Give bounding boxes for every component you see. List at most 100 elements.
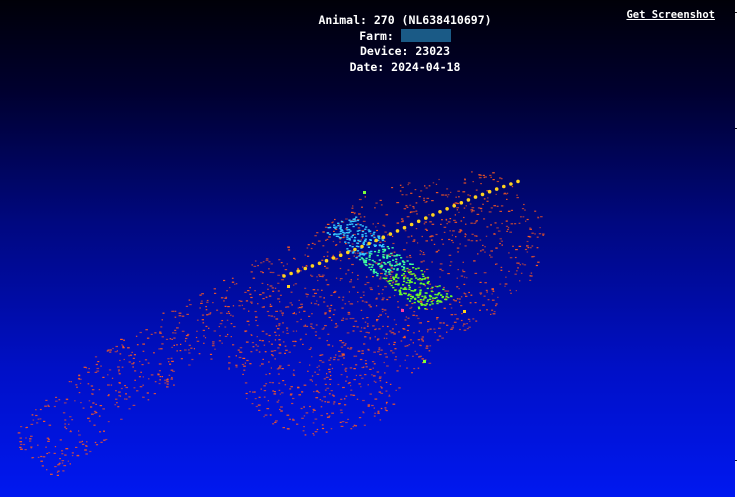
body-point bbox=[352, 286, 355, 288]
scan-band-point bbox=[388, 255, 392, 258]
body-point bbox=[30, 423, 34, 425]
get-screenshot-link[interactable]: Get Screenshot bbox=[626, 9, 715, 21]
body-point bbox=[64, 454, 67, 456]
body-point bbox=[333, 395, 335, 397]
body-point bbox=[376, 371, 380, 373]
body-point bbox=[62, 412, 66, 414]
body-point bbox=[337, 383, 340, 386]
body-point bbox=[466, 328, 469, 330]
body-point bbox=[523, 264, 527, 266]
body-point bbox=[424, 185, 426, 187]
body-point bbox=[369, 393, 372, 395]
body-point bbox=[378, 377, 382, 379]
body-point bbox=[305, 333, 307, 335]
body-point bbox=[393, 333, 396, 335]
body-point bbox=[340, 346, 344, 348]
body-point bbox=[204, 337, 207, 339]
body-point bbox=[119, 359, 121, 362]
body-point bbox=[29, 440, 32, 442]
scan-band-point bbox=[398, 290, 401, 292]
body-point bbox=[94, 412, 96, 414]
point-cloud-viewport[interactable]: Animal: 270 (NL638410697) Farm: Device: … bbox=[0, 0, 735, 497]
body-point bbox=[385, 275, 388, 277]
body-point bbox=[342, 296, 345, 298]
body-point bbox=[161, 336, 164, 338]
body-point bbox=[314, 235, 317, 237]
body-point bbox=[470, 240, 474, 242]
scan-band-point bbox=[408, 286, 411, 289]
body-point bbox=[244, 362, 246, 364]
body-point bbox=[188, 352, 191, 354]
body-point bbox=[450, 261, 453, 263]
scan-band-point bbox=[337, 224, 340, 227]
body-point bbox=[272, 290, 275, 292]
body-point bbox=[385, 313, 387, 315]
body-point bbox=[406, 329, 409, 332]
body-point bbox=[227, 306, 230, 308]
body-point bbox=[326, 251, 329, 253]
body-point bbox=[313, 409, 316, 411]
scan-band-point bbox=[365, 259, 368, 262]
body-point bbox=[450, 307, 453, 309]
body-point bbox=[495, 303, 498, 305]
scan-band-point bbox=[425, 292, 428, 294]
body-point bbox=[401, 186, 404, 188]
body-point bbox=[19, 437, 22, 439]
body-point bbox=[330, 304, 333, 306]
body-point bbox=[75, 446, 78, 448]
body-point bbox=[293, 284, 295, 286]
scan-band-point bbox=[376, 274, 379, 277]
body-point bbox=[375, 226, 377, 228]
body-point bbox=[282, 331, 285, 333]
scan-band-point bbox=[386, 255, 389, 257]
body-point bbox=[166, 378, 169, 380]
body-point bbox=[500, 266, 503, 268]
body-point bbox=[339, 421, 342, 423]
scan-band-point bbox=[339, 230, 342, 233]
body-point bbox=[326, 387, 330, 389]
body-point bbox=[472, 318, 475, 320]
body-point bbox=[168, 361, 170, 363]
body-point bbox=[198, 353, 201, 355]
body-point bbox=[386, 325, 389, 328]
body-point bbox=[324, 226, 328, 228]
body-point bbox=[395, 356, 397, 358]
scan-band-point bbox=[426, 282, 429, 285]
body-point bbox=[429, 345, 432, 347]
body-point bbox=[290, 291, 293, 293]
body-point bbox=[448, 238, 451, 241]
body-point bbox=[195, 336, 198, 339]
body-point bbox=[469, 302, 472, 304]
body-point bbox=[332, 403, 335, 405]
body-point bbox=[463, 329, 467, 331]
body-point bbox=[422, 253, 426, 256]
body-point bbox=[348, 382, 351, 384]
body-point bbox=[506, 198, 508, 200]
body-point bbox=[475, 220, 478, 222]
spine-point bbox=[388, 232, 393, 236]
scan-band-point bbox=[431, 286, 434, 289]
body-point bbox=[318, 369, 321, 371]
scan-band-point bbox=[388, 271, 391, 273]
scan-band-point bbox=[402, 288, 405, 290]
body-point bbox=[94, 356, 98, 358]
body-point bbox=[445, 297, 448, 299]
body-point bbox=[228, 368, 230, 370]
body-point bbox=[332, 254, 334, 256]
body-point bbox=[243, 369, 246, 371]
body-point bbox=[492, 179, 495, 181]
body-point bbox=[346, 376, 348, 378]
body-point bbox=[85, 445, 88, 447]
body-point bbox=[382, 297, 385, 299]
body-point bbox=[251, 302, 253, 304]
body-point bbox=[208, 313, 211, 315]
body-point bbox=[287, 246, 290, 248]
body-point bbox=[269, 381, 272, 384]
body-point bbox=[229, 287, 231, 289]
body-point bbox=[47, 440, 50, 442]
body-point bbox=[354, 355, 358, 357]
body-point bbox=[235, 283, 238, 285]
body-point bbox=[302, 266, 304, 268]
body-point bbox=[96, 370, 100, 372]
body-point bbox=[245, 341, 249, 343]
